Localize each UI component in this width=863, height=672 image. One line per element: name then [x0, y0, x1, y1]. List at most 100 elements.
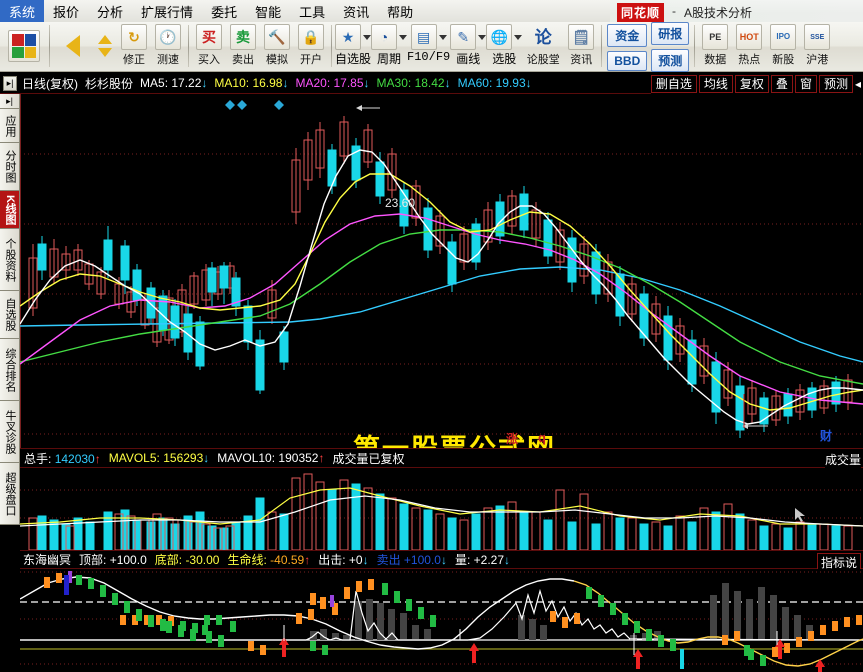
pill-funds[interactable]: 资金 — [607, 23, 648, 47]
pe-icon: PE — [702, 24, 729, 50]
sidebar-item-ranking-label: 综合排名 — [4, 347, 16, 392]
sidebar-collapse-toggle[interactable]: ▸| — [3, 75, 17, 91]
btn-adjust[interactable]: 复权 — [734, 74, 769, 93]
pill-forecast[interactable]: 预测 — [651, 49, 690, 72]
btn-overlay[interactable]: 叠 — [770, 74, 793, 93]
back-button[interactable] — [53, 22, 93, 68]
app-launcher-button[interactable] — [2, 22, 46, 68]
title-bar: 同花顺 - A股技术分析 系统 报价 分析 扩展行情 委托 智能 工具 资讯 帮… — [0, 0, 863, 22]
pill-bbd[interactable]: BBD — [607, 50, 648, 71]
ma5-value: 17.22 — [171, 76, 202, 90]
btn-forecast[interactable]: 预测 — [818, 74, 853, 93]
sidebar-item-diagnose[interactable]: 牛叉诊股 — [0, 401, 20, 463]
toolbar-group-data: PE 数据 HOT 热点 IPO 新股 SSE 沪港 — [698, 22, 834, 70]
toolbar-button-ipo[interactable]: IPO 新股 — [766, 22, 800, 68]
scroll-buttons[interactable] — [93, 22, 117, 68]
chevron-down-icon-2[interactable] — [399, 34, 408, 40]
btn-moving-average[interactable]: 均线 — [698, 74, 733, 93]
arrow-down-icon — [98, 48, 112, 57]
toolbar-button-hk[interactable]: SSE 沪港 — [800, 22, 834, 68]
menu-item-help[interactable]: 帮助 — [378, 0, 422, 22]
left-sidebar: ▸| 应用 分时图 K线图 个股资料 自选股 综合排名 牛叉诊股 超级盘口 — [0, 94, 20, 672]
toolbar-button-period[interactable]: ◔ 周期 — [371, 22, 408, 67]
sidebar-item-superpanel[interactable]: 超级盘口 — [0, 463, 20, 525]
chevron-down-icon-3[interactable] — [438, 34, 447, 40]
back-arrow-icon — [66, 35, 80, 57]
header-more-arrow-icon[interactable]: ◂ — [855, 77, 861, 91]
ma60-readout: MA60: 19.93↓ — [458, 76, 532, 90]
toolbar-button-period-label: 周期 — [377, 52, 402, 66]
ma30-label: MA30: — [376, 76, 412, 90]
menu-item-news[interactable]: 资讯 — [334, 0, 378, 22]
toolbar-button-watchlist[interactable]: ★ 自选股 — [335, 22, 371, 67]
window-title: A股技术分析 — [684, 6, 753, 20]
grid-squares-icon — [12, 34, 36, 58]
menu-item-extended-quote[interactable]: 扩展行情 — [132, 0, 202, 22]
toolbar-button-fix[interactable]: ↻ 修正 — [117, 22, 151, 68]
toolbar-button-screener-label: 选股 — [492, 52, 517, 66]
arrow-up-icon — [98, 35, 112, 44]
sidebar-item-apps[interactable]: 应用 — [0, 109, 20, 143]
ma30-dir-icon: ↓ — [444, 76, 451, 90]
indicator-svg — [20, 569, 863, 672]
toolbar-button-openaccount-label: 开户 — [300, 54, 322, 66]
volume-chart-panel[interactable] — [20, 468, 863, 550]
toolbar-button-speedtest-label: 测速 — [157, 54, 179, 66]
toolbar-button-screener[interactable]: 🌐 选股 — [486, 22, 523, 67]
folder-star-icon: ★ — [335, 24, 361, 50]
sidebar-item-stockinfo[interactable]: 个股资料 — [0, 229, 20, 291]
mavol5-label: MAVOL5: — [108, 451, 160, 465]
sidebar-item-ranking[interactable]: 综合排名 — [0, 339, 20, 401]
chevron-down-icon[interactable] — [363, 34, 371, 40]
ma60-value: 19.93 — [495, 76, 526, 90]
menu-item-trade[interactable]: 委托 — [202, 0, 246, 22]
toolbar-button-forum[interactable]: 论 论股堂 — [522, 22, 564, 68]
ipo-icon: IPO — [770, 24, 797, 50]
toolbar-divider-3 — [331, 25, 332, 67]
watermark-line-1: 第一股票公式网 — [353, 427, 556, 448]
menu-item-smart[interactable]: 智能 — [246, 0, 290, 22]
toolbar-button-openaccount[interactable]: 🔒 开户 — [294, 22, 328, 68]
toolbar-button-simulate[interactable]: 🔨 模拟 — [260, 22, 294, 68]
menu-item-quote[interactable]: 报价 — [44, 0, 88, 22]
toolbar-button-buy[interactable]: 买 买入 — [192, 22, 226, 68]
sidebar-collapse-icon[interactable]: ▸| — [0, 94, 20, 109]
clock-period-icon: ◔ — [371, 24, 398, 50]
toolbar-button-speedtest[interactable]: 🕐 测速 — [151, 22, 185, 68]
volume-panel-title[interactable]: 成交量 — [824, 451, 861, 468]
toolbar-button-drawline[interactable]: ✎ 画线 — [450, 22, 487, 67]
menu-item-system[interactable]: 系统 — [0, 0, 45, 22]
toolbar-button-news[interactable]: 🗒 资讯 — [564, 22, 598, 68]
candlestick-svg — [20, 94, 863, 448]
ma20-readout: MA20: 17.85↓ — [295, 76, 369, 90]
marker-cai: 财 — [820, 429, 833, 443]
toolbar-button-sell[interactable]: 卖 卖出 — [226, 22, 260, 68]
menu-item-tools[interactable]: 工具 — [290, 0, 334, 22]
menu-item-analysis[interactable]: 分析 — [88, 0, 132, 22]
indicator-name[interactable]: 东海幽冥 — [23, 551, 71, 568]
indicator-top-label: 顶部: — [79, 553, 107, 567]
btn-remove-watchlist[interactable]: 删自选 — [650, 74, 697, 93]
refresh-icon: ↻ — [121, 24, 147, 50]
toolbar-button-f10[interactable]: ▤ F10/F9 — [407, 22, 450, 64]
chart-period-label[interactable]: 日线(复权) — [22, 75, 78, 92]
chevron-down-icon-5[interactable] — [514, 34, 523, 40]
sidebar-item-watchlist[interactable]: 自选股 — [0, 291, 20, 339]
indicator-life-dir-icon: ↑ — [304, 553, 311, 567]
indicator-chart-panel[interactable] — [20, 569, 863, 672]
main-candlestick-chart[interactable]: 23.60 15.90 第一股票公式网 www.chnmoney.com — [20, 94, 863, 448]
sidebar-item-kline[interactable]: K线图 — [0, 191, 20, 229]
toolbar-button-ipo-label: 新股 — [772, 54, 795, 66]
mavol10-label: MAVOL10: — [217, 451, 276, 465]
toolbar-button-hot[interactable]: HOT 热点 — [732, 22, 766, 68]
ma5-label: MA5: — [140, 76, 169, 90]
toolbar-button-data[interactable]: PE 数据 — [698, 22, 732, 68]
price-label-high: 23.60 — [385, 196, 416, 210]
pill-research[interactable]: 研报 — [651, 22, 690, 45]
sidebar-item-timeshare[interactable]: 分时图 — [0, 143, 20, 191]
mavol10-dir-icon: ↑ — [318, 451, 325, 465]
chevron-down-icon-4[interactable] — [478, 34, 487, 40]
btn-window[interactable]: 窗 — [794, 74, 817, 93]
ma30-value: 18.42 — [414, 76, 445, 90]
ma20-label: MA20: — [295, 76, 331, 90]
